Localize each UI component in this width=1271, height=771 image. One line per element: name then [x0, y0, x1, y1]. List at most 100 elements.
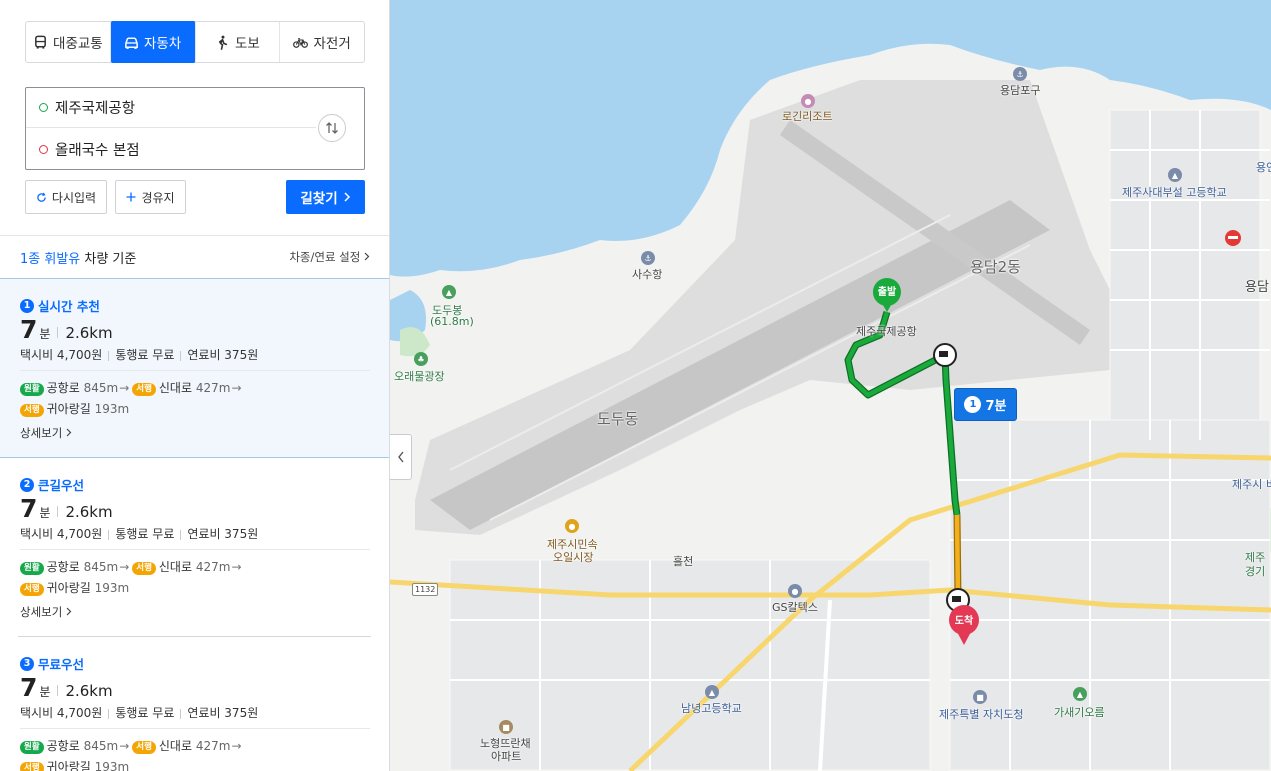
- arrow-right-icon: →: [231, 381, 242, 395]
- road-list: 원활 공항로 845m→ 서행 신대로 427m→ 서행 귀아랑길 193m: [20, 557, 370, 599]
- fuel-cost: 연료비 375원: [187, 706, 259, 720]
- start-input[interactable]: 제주국제공항: [26, 88, 316, 128]
- start-value: 제주국제공항: [55, 101, 136, 117]
- tab-walk[interactable]: 도보: [196, 22, 281, 62]
- school-icon: ▲: [705, 685, 719, 699]
- start-pin-label: 출발: [877, 286, 897, 298]
- car-icon: [125, 37, 138, 49]
- fuel-cost: 연료비 375원: [187, 348, 259, 362]
- detail-link[interactable]: 상세보기: [20, 425, 72, 441]
- tab-label: 대중교통: [53, 36, 103, 52]
- tab-label: 도보: [234, 36, 260, 52]
- map-label: 경기: [1245, 565, 1266, 578]
- result-number: 3: [20, 656, 34, 671]
- add-waypoint-button[interactable]: 경유지: [115, 180, 186, 214]
- reset-button[interactable]: 다시입력: [25, 180, 107, 214]
- mountain-icon: ▲: [442, 285, 456, 299]
- fuel-setting-link[interactable]: 차종/연료 설정: [289, 249, 370, 265]
- map-label: 제주특별 자치도청: [939, 708, 1024, 721]
- result-costs: 택시비 4,700원 통행료 무료 연료비 375원: [20, 525, 258, 542]
- result-number: 2: [20, 477, 34, 492]
- road-name: 귀아랑길: [46, 402, 91, 416]
- result-summary: 7 분 2.6km: [20, 674, 113, 702]
- route-result-3[interactable]: 3 무료우선 7 분 2.6km 택시비 4,700원 통행료 무료 연료비 375원 원…: [0, 637, 389, 771]
- fuel-cost: 연료비 375원: [187, 527, 259, 541]
- map-label: 오래물광장: [394, 370, 445, 383]
- map-label: 가새기오름: [1054, 706, 1105, 719]
- map-label: 사수항: [632, 268, 663, 281]
- result-title: 2 큰길우선: [20, 475, 84, 494]
- result-title-label: 무료우선: [38, 657, 85, 672]
- tab-label: 자동차: [143, 36, 182, 52]
- road-length: 845m: [83, 560, 119, 574]
- traffic-tag: 서행: [20, 404, 44, 417]
- map-label: GS칼텍스: [772, 601, 818, 614]
- road-name: 귀아랑길: [46, 760, 91, 771]
- result-title-label: 실시간 추천: [38, 299, 100, 314]
- result-number: 1: [20, 298, 34, 313]
- mountain-icon: ▲: [1073, 687, 1087, 701]
- arrow-right-icon: →: [119, 381, 130, 395]
- route-panel: 대중교통 자동차 도보 자전거 제주국제공항 올래국수 본점 다시입력 경유지 …: [0, 0, 390, 771]
- chevron-right-icon: [364, 252, 370, 261]
- result-time-unit: 분: [39, 506, 51, 520]
- result-time: 7: [20, 315, 38, 344]
- walk-icon: [218, 35, 227, 50]
- start-dot-icon: [39, 103, 48, 112]
- apartment-icon: ■: [499, 720, 513, 734]
- search-label: 길찾기: [300, 191, 338, 207]
- route-result-1[interactable]: 1 실시간 추천 7 분 2.6km 택시비 4,700원 통행료 무료 연료비 375원…: [0, 278, 389, 458]
- traffic-tag: 원활: [20, 383, 44, 396]
- map-label: 흘천: [673, 555, 694, 568]
- map-label: 용연: [1256, 161, 1271, 174]
- school-icon: ▲: [1168, 168, 1182, 182]
- route-time-badge[interactable]: 1 7분: [954, 388, 1017, 421]
- end-input[interactable]: 올래국수 본점: [26, 129, 316, 169]
- result-time-unit: 분: [39, 685, 51, 699]
- swap-button[interactable]: [318, 114, 346, 142]
- tab-bicycle[interactable]: 자전거: [280, 22, 364, 62]
- gas-station-icon: ●: [788, 584, 802, 598]
- result-time: 7: [20, 494, 38, 523]
- map-label: 아파트: [491, 750, 522, 763]
- refresh-icon: [37, 192, 46, 202]
- toll-fee: 통행료 무료: [115, 348, 175, 362]
- map-label: 제주시 비: [1232, 478, 1271, 491]
- fuel-basis: 1종 휘발유 차량 기준 차종/연료 설정: [20, 248, 370, 267]
- tab-public-transit[interactable]: 대중교통: [26, 22, 111, 62]
- harbor-icon: ⚓: [641, 251, 655, 265]
- route-badge-number: 1: [964, 396, 982, 413]
- map-label: 도두동: [597, 410, 639, 428]
- search-route-button[interactable]: 길찾기: [286, 180, 365, 214]
- resort-icon: ●: [801, 94, 815, 108]
- harbor-icon: ⚓: [1013, 67, 1027, 81]
- route-result-2[interactable]: 2 큰길우선 7 분 2.6km 택시비 4,700원 통행료 무료 연료비 375원 원…: [0, 458, 389, 636]
- road-list: 원활 공항로 845m→ 서행 신대로 427m→ 서행 귀아랑길 193m: [20, 378, 370, 420]
- tab-label: 자전거: [313, 36, 351, 52]
- detail-label: 상세보기: [20, 605, 63, 619]
- road-length: 427m: [195, 739, 231, 753]
- arrow-right-icon: →: [231, 739, 242, 753]
- map-label: 남녕고등학교: [681, 702, 742, 715]
- park-icon: ♣: [414, 352, 428, 366]
- divider: [0, 235, 389, 236]
- road-length: 845m: [83, 739, 119, 753]
- market-icon: ●: [565, 519, 579, 533]
- map-view[interactable]: ⚓ ● ▲ ⚓ ▲ ♣ ● ● ▲ ■ ■ ▲ 용담포구 로긴리조트 제주사대부…: [390, 0, 1271, 771]
- arrow-right-icon: →: [231, 560, 242, 574]
- collapse-panel-button[interactable]: [390, 434, 412, 480]
- toll-fee: 통행료 무료: [115, 527, 175, 541]
- taxi-fare: 택시비 4,700원: [20, 348, 103, 362]
- result-costs: 택시비 4,700원 통행료 무료 연료비 375원: [20, 346, 258, 363]
- map-label: 용담2동: [970, 258, 1021, 276]
- result-time: 7: [20, 673, 38, 702]
- road-length: 193m: [94, 581, 130, 595]
- route-actions: 다시입력 경유지 길찾기: [25, 180, 365, 214]
- result-time-unit: 분: [39, 327, 51, 341]
- detail-link[interactable]: 상세보기: [20, 604, 72, 620]
- road-name: 공항로: [46, 560, 80, 574]
- tab-car[interactable]: 자동차: [110, 21, 196, 63]
- result-title: 1 실시간 추천: [20, 296, 100, 315]
- road-name: 신대로: [158, 739, 193, 753]
- result-title-label: 큰길우선: [38, 478, 85, 493]
